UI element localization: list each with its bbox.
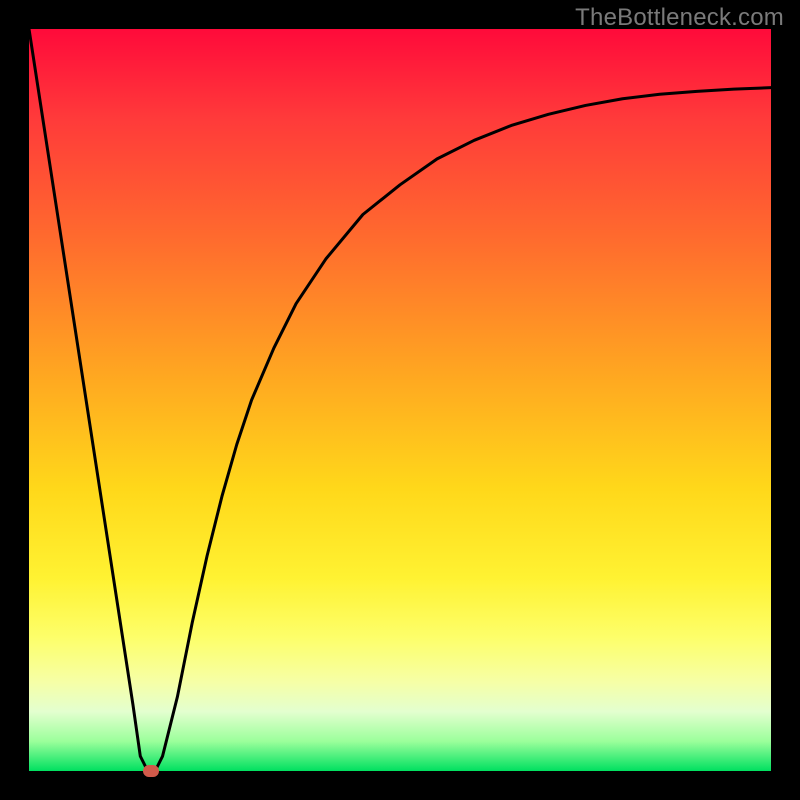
curve-line [29, 29, 771, 771]
chart-frame: TheBottleneck.com [0, 0, 800, 800]
plot-area [29, 29, 771, 771]
watermark-text: TheBottleneck.com [575, 4, 784, 32]
minimum-marker [143, 765, 159, 777]
